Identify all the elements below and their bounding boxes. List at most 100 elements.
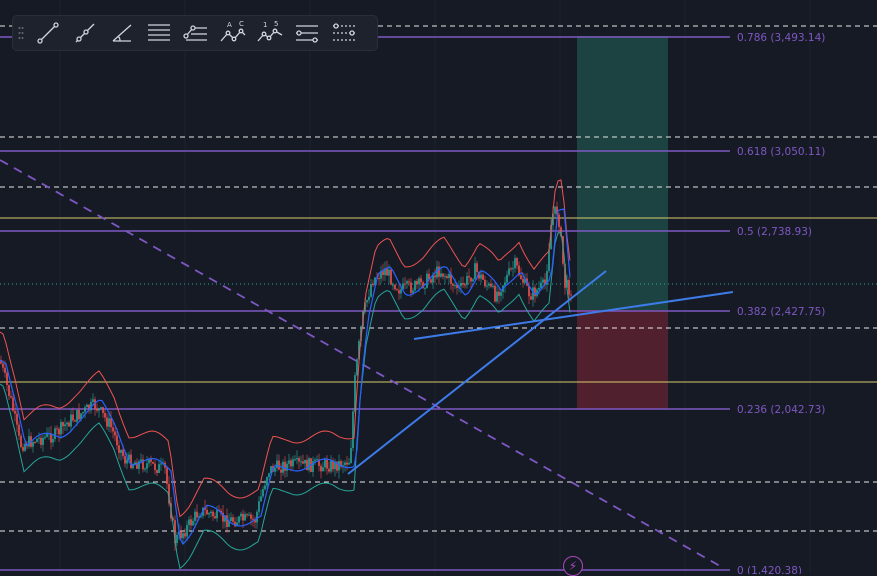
candle-body <box>34 442 36 444</box>
candle-body <box>368 296 370 301</box>
candles <box>0 201 572 551</box>
ray-icon[interactable] <box>66 17 103 49</box>
candle-body <box>4 367 6 373</box>
lightning-alert-icon[interactable]: ⚡ <box>563 556 583 576</box>
candle-body <box>480 274 482 279</box>
candle-body <box>440 273 442 277</box>
fib-level-label: 0.786 (3,493.14) <box>737 32 825 44</box>
candle-body <box>36 438 38 443</box>
candle-body <box>390 269 392 285</box>
candle-body <box>316 459 318 461</box>
candle-body <box>86 404 88 408</box>
grid <box>59 0 811 574</box>
candle-body <box>130 454 132 469</box>
candle-body <box>176 534 178 544</box>
elliott-wave-icon[interactable]: 15 <box>251 17 288 49</box>
fib-retracement-icon[interactable] <box>140 17 177 49</box>
candle-body <box>144 468 146 470</box>
candle-body <box>522 279 524 283</box>
candle-body <box>288 460 290 464</box>
candle-body <box>20 435 22 448</box>
candle-body <box>512 268 514 270</box>
candle-body <box>60 422 62 435</box>
candle-body <box>68 422 70 427</box>
candle-body <box>10 395 12 398</box>
candle-body <box>308 458 310 471</box>
candle-body <box>496 291 498 302</box>
candle-body <box>166 467 168 484</box>
candle-body <box>56 428 58 430</box>
candle-body <box>290 460 292 467</box>
abcd-pattern-icon[interactable]: AC <box>214 17 251 49</box>
candle-body <box>434 275 436 278</box>
candle-body <box>104 412 106 418</box>
candle-body <box>454 285 456 287</box>
candle-body <box>264 485 266 490</box>
trend-angle-icon[interactable] <box>103 17 140 49</box>
candle-body <box>412 290 414 293</box>
candle-body <box>28 436 30 447</box>
candle-body <box>420 278 422 283</box>
candle-body <box>190 519 192 526</box>
candle-body <box>486 285 488 287</box>
price-chart[interactable]: 0.786 (3,493.14) 0.618 (3,050.11) 0.5 (2,7… <box>0 0 877 574</box>
fib-level-label: 0 (1,420.38) <box>737 565 802 574</box>
candle-body <box>510 268 512 270</box>
candle-body <box>76 409 78 422</box>
candle-body <box>348 462 350 465</box>
candle-body <box>274 467 276 472</box>
candle-body <box>416 280 418 285</box>
candle-body <box>258 501 260 512</box>
candle-body <box>466 276 468 286</box>
candle-body <box>8 385 10 396</box>
candle-body <box>226 515 228 527</box>
candle-body <box>400 289 402 294</box>
moving-average-line <box>0 208 571 546</box>
candle-body <box>188 519 190 526</box>
candle-body <box>464 284 466 286</box>
candle-body <box>122 449 124 457</box>
candle-body <box>246 514 248 516</box>
candle-body <box>448 273 450 278</box>
candle-body <box>472 279 474 282</box>
candle-body <box>52 438 54 443</box>
candle-body <box>414 280 416 291</box>
price-range-icon[interactable] <box>325 17 362 49</box>
candle-body <box>568 280 570 295</box>
svg-text:1: 1 <box>263 21 267 29</box>
candle-body <box>182 533 184 539</box>
candle-body <box>356 359 358 376</box>
drag-handle-icon[interactable] <box>13 16 29 50</box>
candle-body <box>346 462 348 465</box>
candle-body <box>378 278 380 280</box>
candle-body <box>492 285 494 287</box>
candle-body <box>432 275 434 283</box>
candle-body <box>424 287 426 289</box>
candle-body <box>328 468 330 472</box>
date-range-icon[interactable] <box>288 17 325 49</box>
candle-body <box>140 459 142 462</box>
candle-body <box>538 287 540 290</box>
candle-body <box>470 277 472 282</box>
candle-body <box>520 275 522 280</box>
candle-body <box>406 281 408 284</box>
candle-body <box>114 431 116 436</box>
candle-body <box>474 263 476 280</box>
candle-body <box>22 447 24 451</box>
candle-body <box>38 437 40 439</box>
candle-body <box>540 282 542 288</box>
candle-body <box>108 418 110 427</box>
candle-body <box>24 443 26 451</box>
fib-level-label: 0.618 (3,050.11) <box>737 146 825 158</box>
candle-body <box>408 281 410 283</box>
candle-body <box>554 206 556 214</box>
fib-level-label: 0.236 (2,042.73) <box>737 404 825 416</box>
candle-body <box>314 459 316 462</box>
trend-line-icon[interactable] <box>29 17 66 49</box>
candle-body <box>158 464 160 473</box>
candle-body <box>304 459 306 464</box>
candle-body <box>16 413 18 425</box>
blue-trendlines <box>347 270 734 475</box>
fib-extension-icon[interactable] <box>177 17 214 49</box>
candle-body <box>430 279 432 283</box>
